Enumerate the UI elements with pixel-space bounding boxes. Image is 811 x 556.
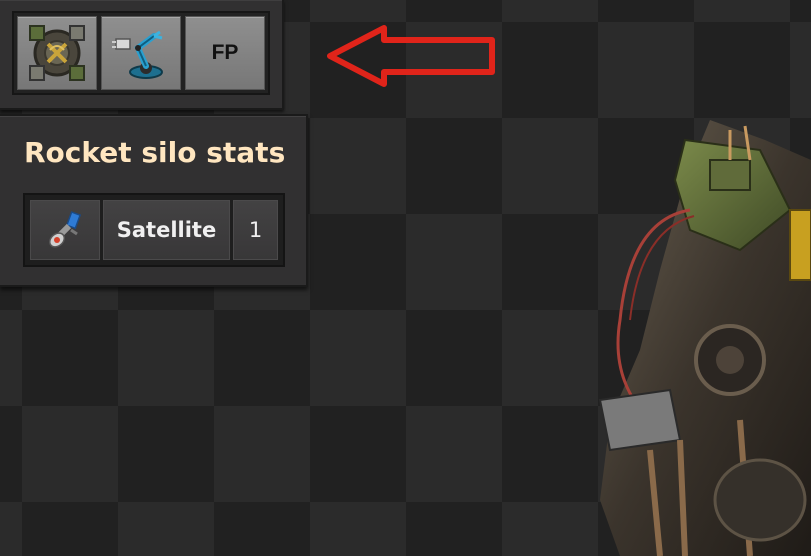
satellite-icon bbox=[49, 211, 82, 248]
red-arrow-annotation-icon bbox=[327, 25, 495, 87]
item-count-cell: 1 bbox=[233, 200, 278, 260]
panel-title: Rocket silo stats bbox=[24, 136, 286, 169]
mod-toolbar-panel: FP bbox=[0, 0, 284, 110]
stats-table: Satellite 1 bbox=[23, 193, 285, 267]
rocket-silo-machinery bbox=[598, 120, 811, 556]
inserter-mod-button[interactable] bbox=[101, 16, 181, 90]
rocket-silo-stats-button[interactable] bbox=[17, 16, 97, 90]
rocket-silo-stats-panel: Rocket silo stats Satellite 1 bbox=[0, 114, 308, 287]
rocket-silo-icon bbox=[29, 25, 85, 81]
inserter-icon bbox=[112, 30, 163, 79]
fp-button[interactable]: FP bbox=[185, 16, 265, 90]
item-name-cell: Satellite bbox=[103, 200, 230, 260]
satellite-cell bbox=[30, 200, 100, 260]
mod-toolbar: FP bbox=[12, 11, 270, 95]
fp-button-label: FP bbox=[211, 41, 239, 64]
